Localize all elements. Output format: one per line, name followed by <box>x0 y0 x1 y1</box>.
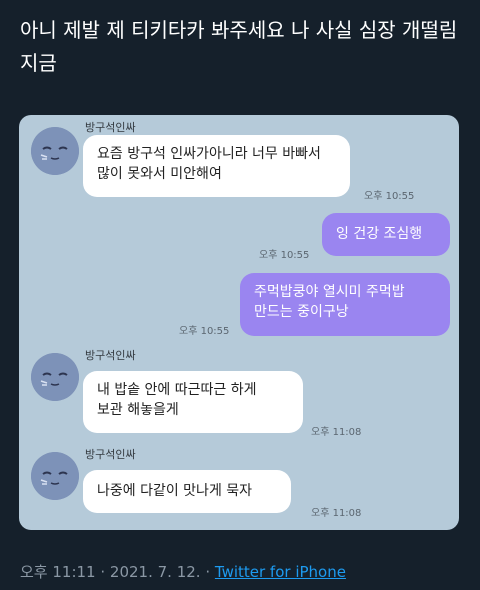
message-bubble-outgoing: 잉 건강 조심행 <box>322 213 450 256</box>
message-text: 많이 못와서 미안해여 <box>97 166 222 182</box>
tweet-date: 2021. 7. 12. <box>109 563 201 581</box>
message-text: 내 밥솥 안에 따근따근 하게 <box>97 382 257 398</box>
message-text: 나중에 다같이 맛나게 묵자 <box>97 483 253 499</box>
avatar <box>31 353 79 401</box>
message-time: 오후 10:55 <box>364 191 415 202</box>
message-text: 잉 건강 조심행 <box>336 226 423 242</box>
separator: · <box>200 563 215 581</box>
message-text: 주먹밥쿵야 열시미 주먹밥 <box>254 284 405 300</box>
chat-screenshot: 방구석인싸 요즘 방구석 인싸가아니라 너무 바빠서 많이 못와서 미안해여 오… <box>19 115 459 530</box>
message-time: 오후 11:08 <box>311 427 362 438</box>
message-time: 오후 11:08 <box>311 508 362 519</box>
message-text: 보관 해놓을게 <box>97 402 179 418</box>
tweet-time: 오후 11:11 <box>20 563 96 581</box>
tweet-text: 아니 제발 제 티키타카 봐주세요 나 사실 심장 개떨림 지금 <box>20 18 458 75</box>
avatar-face-icon <box>31 353 79 401</box>
avatar-face-icon <box>31 452 79 500</box>
avatar <box>31 127 79 175</box>
message-bubble-outgoing: 주먹밥쿵야 열시미 주먹밥 만드는 중이구낭 <box>240 273 450 336</box>
message-time: 오후 10:55 <box>179 326 230 337</box>
avatar-face-icon <box>31 127 79 175</box>
sender-name: 방구석인싸 <box>85 121 136 134</box>
sender-name: 방구석인싸 <box>85 349 136 362</box>
separator: · <box>95 563 110 581</box>
source-link[interactable]: Twitter for iPhone <box>215 563 346 581</box>
message-text: 요즘 방구석 인싸가아니라 너무 바빠서 <box>97 146 321 162</box>
message-bubble-incoming: 내 밥솥 안에 따근따근 하게 보관 해놓을게 <box>83 371 303 433</box>
message-time: 오후 10:55 <box>259 250 310 261</box>
tweet-meta: 오후 11:11 · 2021. 7. 12. · Twitter for iP… <box>20 561 346 582</box>
avatar <box>31 452 79 500</box>
sender-name: 방구석인싸 <box>85 448 136 461</box>
message-bubble-incoming: 요즘 방구석 인싸가아니라 너무 바빠서 많이 못와서 미안해여 <box>83 135 350 197</box>
message-text: 만드는 중이구낭 <box>254 304 349 320</box>
message-bubble-incoming: 나중에 다같이 맛나게 묵자 <box>83 470 291 513</box>
